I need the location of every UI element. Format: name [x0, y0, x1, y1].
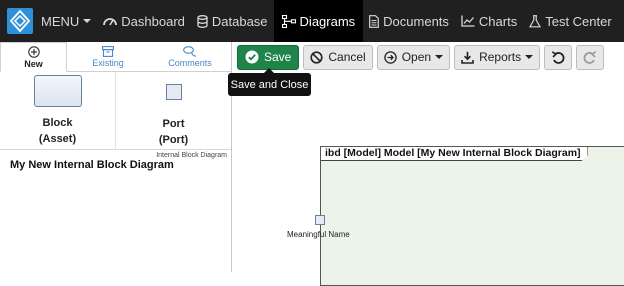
tab-comments[interactable]: Comments [149, 42, 231, 71]
palette-block-type: (Asset) [38, 133, 77, 145]
cancel-button[interactable]: Cancel [303, 44, 373, 70]
tab-existing[interactable]: Existing [67, 42, 149, 71]
nav-charts[interactable]: Charts [455, 0, 523, 42]
reports-label: Reports [479, 50, 522, 64]
documents-icon [369, 14, 380, 28]
diagram-toolbar: Save Cancel Open Reports [237, 44, 608, 70]
tab-new[interactable]: New [0, 42, 67, 72]
database-icon [197, 14, 208, 28]
save-label: Save [264, 50, 292, 64]
undo-button[interactable] [544, 44, 573, 70]
diagram-type-label: Internal Block Diagram [156, 152, 227, 159]
tab-comments-label: Comments [168, 57, 212, 68]
palette-port-name: Port [162, 118, 185, 130]
dashboard-icon [103, 18, 118, 26]
comments-icon [183, 45, 197, 57]
folder-icon [102, 45, 114, 57]
nav-database-label: Database [211, 13, 268, 29]
top-nav: MENU Dashboard Database Diagrams Documen… [0, 0, 624, 42]
nav-charts-label: Charts [478, 13, 518, 29]
nav-diagrams[interactable]: Diagrams [273, 0, 364, 42]
menu-dropdown[interactable]: MENU [35, 0, 97, 42]
flask-icon [529, 14, 542, 27]
app-logo[interactable] [5, 6, 35, 36]
diagrams-icon [281, 14, 296, 28]
ban-icon [310, 50, 323, 64]
save-tooltip: Save and Close [228, 68, 311, 96]
caret-down-icon [83, 19, 92, 23]
ibd-frame-title: ibd [Model] Model [My New Internal Block… [321, 147, 588, 161]
nav-test-center[interactable]: Test Center [523, 0, 617, 42]
tab-new-label: New [24, 58, 43, 69]
diagram-name: My New Internal Block Diagram [10, 159, 174, 171]
port-shape-icon [165, 84, 182, 100]
reports-dropdown[interactable]: Reports [454, 44, 541, 70]
diagram-list-item[interactable]: Internal Block Diagram My New Internal B… [0, 150, 231, 171]
nav-diagrams-label: Diagrams [299, 13, 356, 29]
port-node[interactable] [315, 215, 325, 225]
palette-block[interactable]: Block (Asset) [0, 72, 115, 149]
port-node-label: Meaningful Name [287, 230, 350, 239]
cancel-label: Cancel [328, 50, 366, 64]
undo-icon [551, 51, 565, 64]
arrow-circle-right-icon [383, 50, 397, 64]
caret-down-icon [435, 55, 444, 59]
logo-diamond-icon [7, 8, 33, 34]
nav-dashboard-label: Dashboard [121, 13, 185, 29]
download-icon [461, 51, 474, 64]
left-panel: New Existing Comments Block (Asset) Port… [0, 42, 232, 272]
open-dropdown[interactable]: Open [376, 44, 451, 70]
nav-documents-label: Documents [383, 13, 449, 29]
check-circle-icon [245, 50, 259, 64]
palette-block-name: Block [42, 117, 73, 129]
plus-circle-icon [27, 45, 40, 58]
menu-label: MENU [41, 13, 80, 29]
redo-button[interactable] [576, 44, 605, 70]
element-palette: Block (Asset) Port (Port) [0, 72, 231, 150]
nav-documents[interactable]: Documents [363, 0, 455, 42]
nav-test-center-label: Test Center [545, 13, 612, 29]
open-label: Open [401, 50, 432, 64]
palette-port-type: (Port) [158, 134, 189, 146]
ibd-frame[interactable]: ibd [Model] Model [My New Internal Block… [320, 146, 624, 286]
save-button[interactable]: Save [237, 44, 300, 70]
palette-port[interactable]: Port (Port) [115, 72, 231, 149]
block-shape-icon [33, 75, 82, 107]
sidebar-tabs: New Existing Comments [0, 42, 231, 72]
tab-existing-label: Existing [92, 57, 124, 68]
redo-icon [583, 51, 597, 64]
charts-icon [461, 15, 475, 27]
diagram-canvas[interactable]: ibd [Model] Model [My New Internal Block… [233, 76, 624, 286]
caret-down-icon [525, 55, 534, 59]
nav-database[interactable]: Database [191, 0, 274, 42]
nav-dashboard[interactable]: Dashboard [97, 0, 191, 42]
